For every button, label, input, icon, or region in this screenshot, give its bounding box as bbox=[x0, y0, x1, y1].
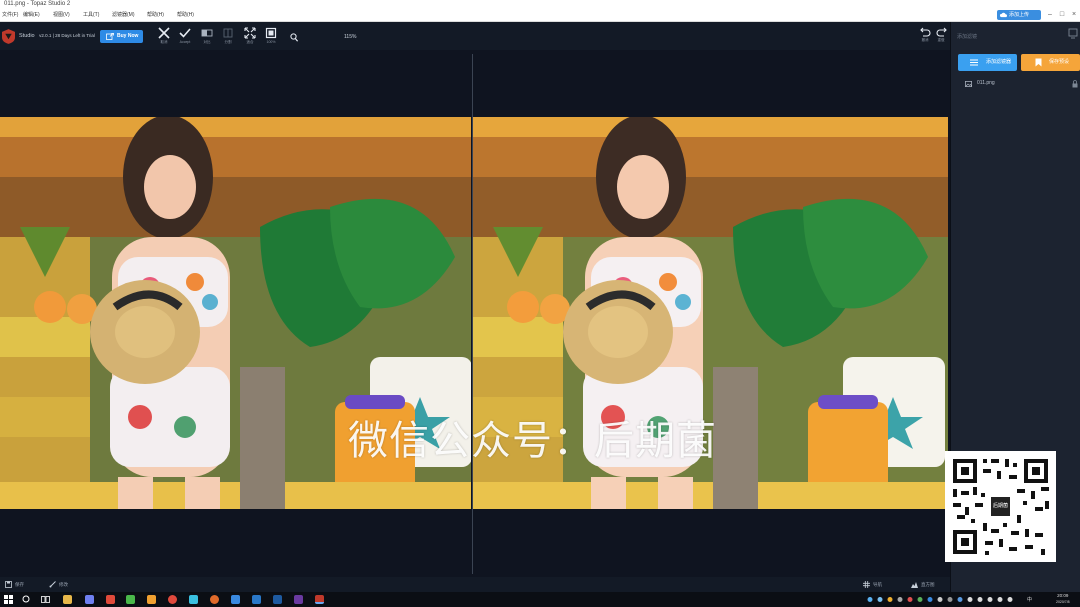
app-icon-5[interactable] bbox=[189, 595, 198, 604]
save-preset-button[interactable]: 保存预设 bbox=[1021, 54, 1080, 71]
app-icon-6[interactable] bbox=[231, 595, 240, 604]
toolbar: Studio v2.0.1 | 28 Days Left in Trial Bu… bbox=[0, 22, 950, 50]
add-filter-button[interactable]: 添加滤镜器 bbox=[958, 54, 1017, 71]
layer-item[interactable]: 011.png bbox=[958, 77, 1080, 91]
actual-size-tool-button[interactable]: 100% bbox=[261, 26, 281, 48]
task-view-icon[interactable] bbox=[41, 595, 50, 604]
buy-now-label: Buy Now bbox=[117, 33, 139, 39]
navigator-button[interactable]: 导航 bbox=[863, 580, 882, 590]
menu-bar: 文件(F) 编辑(E) 视图(V) 工具(T) 滤镜器(M) 帮助(H) 帮助(… bbox=[0, 8, 1080, 22]
studio-label: Studio bbox=[19, 33, 35, 39]
system-tray-icons[interactable] bbox=[867, 596, 1017, 603]
clock[interactable]: 20:09 2020/7/8 bbox=[1056, 593, 1070, 605]
save-label: 保存 bbox=[15, 582, 24, 587]
fit-tool-label: 适合 bbox=[246, 40, 254, 44]
menu-file[interactable]: 文件(F) bbox=[2, 8, 18, 22]
close-icon bbox=[158, 27, 170, 39]
fit-screen-icon bbox=[244, 27, 256, 39]
accept-tool-button[interactable]: Accept bbox=[175, 26, 195, 48]
premiere-icon[interactable] bbox=[294, 595, 303, 604]
clock-date: 2020/7/8 bbox=[1056, 600, 1070, 604]
zoom-level[interactable]: 115% bbox=[344, 34, 356, 40]
file-explorer-icon[interactable] bbox=[63, 595, 72, 604]
menu-tools[interactable]: 工具(T) bbox=[83, 8, 99, 22]
input-language[interactable]: 中 bbox=[1027, 596, 1032, 603]
zoom-icon[interactable] bbox=[290, 33, 298, 42]
image-icon bbox=[965, 81, 972, 87]
actual-size-tool-label: 100% bbox=[266, 40, 276, 44]
save-icon bbox=[5, 581, 12, 588]
lock-icon[interactable] bbox=[1072, 80, 1078, 88]
topaz-taskbar-icon[interactable] bbox=[315, 595, 324, 604]
topaz-logo-icon bbox=[2, 29, 15, 44]
menu-filters[interactable]: 滤镜器(M) bbox=[112, 8, 135, 22]
redo-label: 重做 bbox=[937, 38, 945, 42]
menu-edit[interactable]: 编辑(E) bbox=[23, 8, 40, 22]
compare-tool-label: 对比 bbox=[203, 40, 211, 44]
cloud-icon bbox=[1000, 12, 1007, 18]
histogram-label: 直方图 bbox=[921, 582, 935, 587]
windows-start-icon[interactable] bbox=[4, 595, 13, 604]
image-canvas[interactable]: 微信公众号：后期菌 bbox=[0, 50, 950, 577]
brush-icon bbox=[49, 581, 56, 588]
cloud-upload-label: 添加上传 bbox=[1009, 12, 1030, 18]
redo-button[interactable]: 重做 bbox=[931, 26, 951, 48]
grid-icon bbox=[863, 581, 870, 588]
edit-label: 修改 bbox=[59, 582, 68, 587]
histogram-button[interactable]: 直方图 bbox=[911, 580, 935, 590]
taskbar: 中 20:09 2020/7/8 bbox=[0, 592, 1080, 607]
cloud-upload-button[interactable]: 添加上传 bbox=[997, 10, 1041, 20]
app-icon-2[interactable] bbox=[106, 595, 115, 604]
trial-text: v2.0.1 | 28 Days Left in Trial bbox=[39, 33, 95, 38]
minimize-button[interactable]: – bbox=[1045, 10, 1055, 20]
navigator-label: 导航 bbox=[873, 582, 882, 587]
check-icon bbox=[179, 28, 191, 38]
menu-help[interactable]: 帮助(H) bbox=[177, 8, 194, 22]
compare-tool-button[interactable]: 对比 bbox=[197, 26, 217, 48]
save-button[interactable]: 保存 bbox=[5, 580, 24, 590]
watermark-text: 微信公众号：后期菌 bbox=[348, 418, 717, 464]
bottom-bar: 保存 修改 导航 直方图 bbox=[0, 577, 950, 592]
layer-name: 011.png bbox=[977, 80, 995, 86]
split-tool-label: 分割 bbox=[224, 40, 232, 44]
cancel-tool-button[interactable]: 取消 bbox=[154, 26, 174, 48]
external-link-icon bbox=[106, 33, 114, 40]
app-icon-7[interactable] bbox=[273, 595, 282, 604]
list-icon bbox=[970, 59, 978, 66]
app-icon-1[interactable] bbox=[85, 595, 94, 604]
photoshop-icon[interactable] bbox=[252, 595, 261, 604]
cancel-tool-label: 取消 bbox=[160, 40, 168, 44]
panel-header: 添加滤镜 bbox=[957, 34, 978, 40]
firefox-icon[interactable] bbox=[210, 595, 219, 604]
undo-icon bbox=[919, 27, 930, 37]
edit-button[interactable]: 修改 bbox=[49, 580, 68, 590]
close-window-button[interactable]: × bbox=[1069, 10, 1079, 20]
app-icon-3[interactable] bbox=[126, 595, 135, 604]
histogram-icon bbox=[911, 582, 918, 588]
bookmark-icon bbox=[1035, 58, 1042, 67]
search-icon[interactable] bbox=[22, 595, 30, 603]
qr-center-logo: 后期菌 bbox=[989, 495, 1012, 518]
add-filter-label: 添加滤镜器 bbox=[986, 59, 1012, 65]
menu-view[interactable]: 视图(V) bbox=[53, 8, 70, 22]
split-view-icon bbox=[223, 28, 233, 38]
buy-now-button[interactable]: Buy Now bbox=[100, 30, 143, 43]
actual-size-icon bbox=[265, 27, 277, 39]
accept-tool-label: Accept bbox=[179, 40, 191, 44]
app-icon-4[interactable] bbox=[147, 595, 156, 604]
maximize-button[interactable]: □ bbox=[1057, 10, 1067, 20]
menu-window[interactable]: 帮助(H) bbox=[147, 8, 164, 22]
split-tool-button[interactable]: 分割 bbox=[218, 26, 238, 48]
fit-tool-button[interactable]: 适合 bbox=[240, 26, 260, 48]
window-title: 011.png - Topaz Studio 2 bbox=[0, 0, 1080, 8]
redo-icon bbox=[936, 27, 947, 37]
chrome-icon[interactable] bbox=[168, 595, 177, 604]
compare-icon bbox=[201, 29, 213, 37]
panel-toggle-icon[interactable] bbox=[1068, 28, 1078, 40]
qr-code: 后期菌 bbox=[945, 451, 1056, 562]
save-preset-label: 保存预设 bbox=[1049, 59, 1070, 65]
